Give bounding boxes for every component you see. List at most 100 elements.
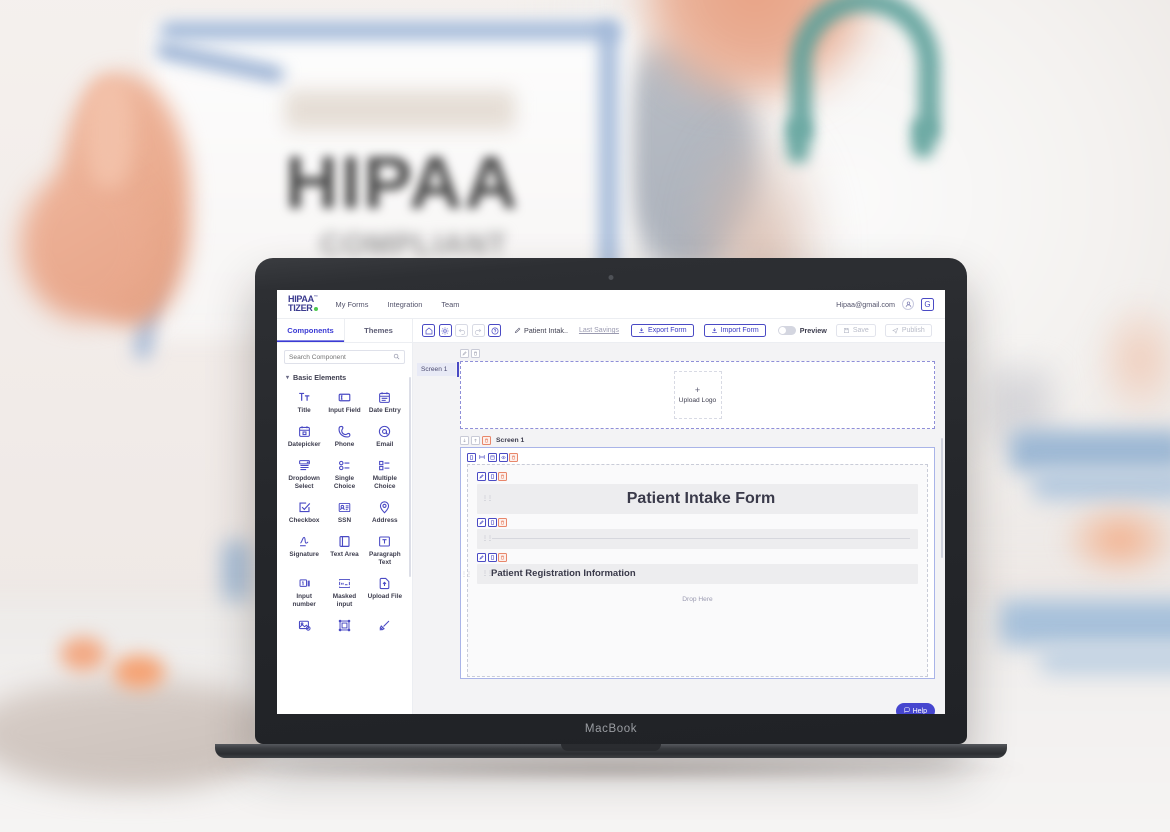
help-button[interactable]: Help xyxy=(895,703,935,714)
form-name-field[interactable]: Patient Intak.. xyxy=(514,326,568,335)
component-paragraph-text[interactable]: Paragraph Text xyxy=(365,533,405,567)
logo-block-tools xyxy=(460,349,935,358)
upload-logo-dropzone[interactable]: + Upload Logo xyxy=(460,360,935,429)
drag-handle-icon[interactable]: ⋮⋮ xyxy=(482,496,493,501)
component-masked-input[interactable]: Masked input xyxy=(324,575,364,609)
screen-section-header: Screen 1 xyxy=(460,435,935,445)
layout-icon[interactable] xyxy=(488,452,497,462)
component-signature[interactable]: Signature xyxy=(284,533,324,567)
edit-logo-icon[interactable] xyxy=(460,349,469,358)
form-divider-block[interactable]: ⋮⋮ xyxy=(477,528,918,549)
masked-input-icon xyxy=(338,575,351,590)
last-savings-link[interactable]: Last Savings xyxy=(579,327,619,334)
duplicate-subtitle-icon[interactable] xyxy=(487,552,497,562)
component-title[interactable]: Title xyxy=(284,389,324,415)
app-logo[interactable]: HIPAA™ TIZER xyxy=(288,295,318,313)
component-brush[interactable] xyxy=(365,617,405,635)
component-frame[interactable] xyxy=(324,617,364,635)
component-multiple-choice[interactable]: Multiple Choice xyxy=(365,457,405,491)
gear-icon[interactable] xyxy=(438,324,452,337)
undo-icon[interactable] xyxy=(455,324,468,337)
import-form-button[interactable]: Import Form xyxy=(703,324,766,337)
drop-here-placeholder[interactable]: Drop Here xyxy=(477,584,918,603)
title-icon xyxy=(298,389,311,404)
nav-item-my-forms[interactable]: My Forms xyxy=(336,300,369,309)
components-sidebar: ▾ Basic Elements Title Inpu xyxy=(277,343,413,714)
logo-dot-icon xyxy=(313,306,318,311)
nav-item-team[interactable]: Team xyxy=(441,300,459,309)
component-datepicker[interactable]: Datepicker xyxy=(284,423,324,449)
form-subtitle-block[interactable]: ⋮⋮ Patient Registration Information xyxy=(477,563,918,584)
background-subtext: COMPLIANT xyxy=(320,228,508,261)
component-single-choice[interactable]: Single Choice xyxy=(324,457,364,491)
macbook-notch xyxy=(561,744,661,751)
component-ssn[interactable]: SSN xyxy=(324,499,364,525)
form-drop-area[interactable]: ⋮⋮ ⋮⋮ Patient Intake Form ⋮⋮ ⋮⋮ Patient … xyxy=(461,464,928,677)
tab-components[interactable]: Components xyxy=(277,319,345,342)
preview-eye-icon[interactable] xyxy=(498,452,508,462)
sidebar-scrollbar[interactable] xyxy=(408,377,411,577)
duplicate-screen-icon[interactable] xyxy=(467,452,476,462)
signature-icon xyxy=(298,533,311,548)
redo-icon[interactable] xyxy=(471,324,485,337)
delete-divider-icon[interactable] xyxy=(498,517,507,527)
component-phone[interactable]: Phone xyxy=(324,423,364,449)
canvas-main: + Upload Logo Screen 1 ⋮⋮ ⋮⋮ Patient Int… xyxy=(460,343,945,714)
search-component-box[interactable] xyxy=(284,350,405,364)
help-circle-icon[interactable] xyxy=(488,324,501,337)
input-number-icon xyxy=(298,575,311,590)
drag-handle-outer[interactable]: ⋮⋮ xyxy=(461,572,472,578)
image-icon xyxy=(298,617,311,632)
delete-title-icon[interactable] xyxy=(498,472,507,481)
resize-width-icon[interactable] xyxy=(478,453,487,462)
component-text-area[interactable]: Text Area xyxy=(324,533,364,567)
drag-handle-icon[interactable]: ⋮⋮ xyxy=(482,571,493,576)
language-button[interactable]: G xyxy=(921,297,934,311)
drag-handle-icon[interactable]: ⋮⋮ xyxy=(482,536,493,541)
duplicate-divider-icon[interactable] xyxy=(487,517,497,527)
search-icon[interactable] xyxy=(393,353,400,362)
screen-tab-1[interactable]: Screen 1 xyxy=(417,362,459,377)
email-icon xyxy=(378,423,391,438)
move-up-icon[interactable] xyxy=(471,435,480,445)
preview-toggle[interactable]: Preview xyxy=(777,326,827,335)
component-dropdown-select[interactable]: Dropdown Select xyxy=(284,457,324,491)
edit-subtitle-icon[interactable] xyxy=(477,552,486,562)
datepicker-icon xyxy=(298,423,311,438)
canvas-scrollbar[interactable] xyxy=(941,438,943,558)
nav-item-integration[interactable]: Integration xyxy=(387,300,422,309)
save-button[interactable]: Save xyxy=(835,324,876,337)
form-frame: ⋮⋮ ⋮⋮ Patient Intake Form ⋮⋮ ⋮⋮ Patient … xyxy=(460,446,935,679)
component-email[interactable]: Email xyxy=(365,423,405,449)
form-title-block[interactable]: ⋮⋮ Patient Intake Form xyxy=(477,483,918,514)
export-form-button[interactable]: Export Form xyxy=(631,324,694,337)
macbook-shadow xyxy=(195,756,1027,782)
edit-divider-icon[interactable] xyxy=(477,517,486,527)
delete-logo-icon[interactable] xyxy=(470,349,480,358)
tab-themes[interactable]: Themes xyxy=(345,319,413,342)
component-input-number[interactable]: Input number xyxy=(284,575,324,609)
hipaa-form-builder-app: HIPAA™ TIZER My Forms Integration Team H… xyxy=(277,290,945,714)
delete-subtitle-icon[interactable] xyxy=(498,552,507,562)
delete-screen-icon[interactable] xyxy=(482,435,491,445)
component-upload-file[interactable]: Upload File xyxy=(365,575,405,609)
component-checkbox[interactable]: Checkbox xyxy=(284,499,324,525)
component-grid: Title Input Field Date Entry Datepicker … xyxy=(284,389,405,635)
dropdown-select-icon xyxy=(298,457,311,472)
laptop-screen: HIPAA™ TIZER My Forms Integration Team H… xyxy=(277,290,945,714)
search-input[interactable] xyxy=(289,353,393,361)
component-date-entry[interactable]: Date Entry xyxy=(365,389,405,415)
home-icon[interactable] xyxy=(422,324,435,337)
section-basic-elements[interactable]: ▾ Basic Elements xyxy=(286,373,405,382)
publish-button[interactable]: Publish xyxy=(884,324,932,337)
move-down-icon[interactable] xyxy=(460,435,469,445)
user-icon[interactable] xyxy=(902,298,914,310)
edit-title-icon[interactable] xyxy=(477,472,486,481)
preview-switch[interactable] xyxy=(777,326,796,335)
duplicate-title-icon[interactable] xyxy=(487,472,497,481)
component-image[interactable] xyxy=(284,617,324,635)
delete-block-icon[interactable] xyxy=(509,452,518,462)
component-address[interactable]: Address xyxy=(365,499,405,525)
component-input-field[interactable]: Input Field xyxy=(324,389,364,415)
form-title-text: Patient Intake Form xyxy=(626,489,776,507)
